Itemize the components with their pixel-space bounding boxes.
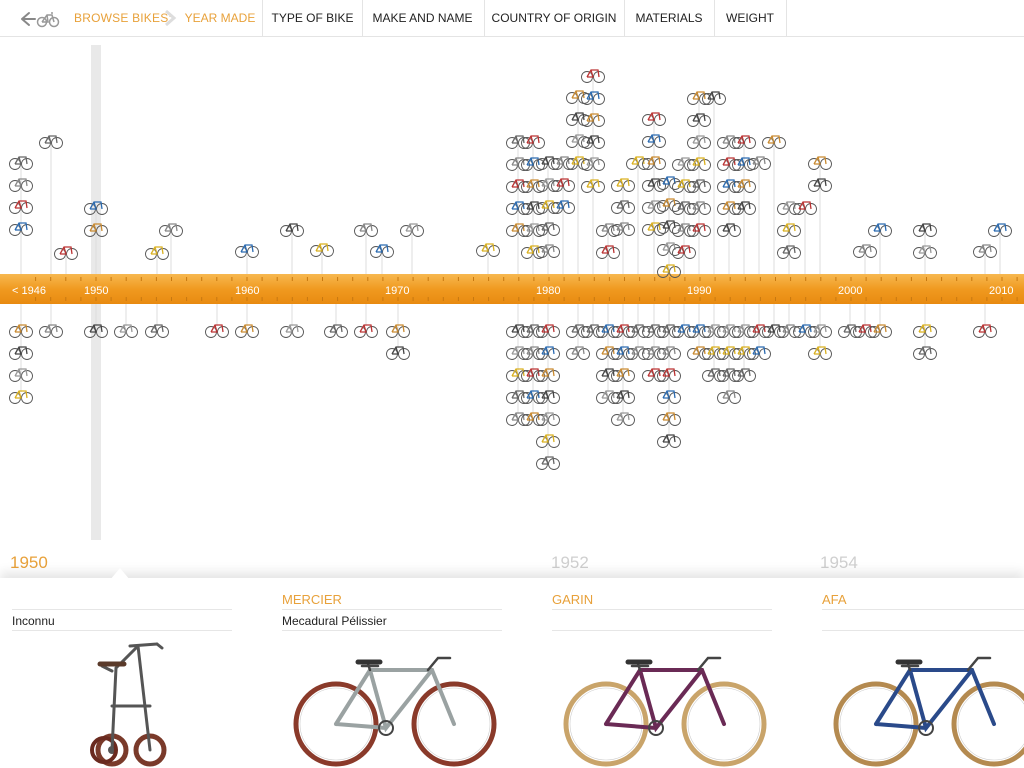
selection-pointer bbox=[110, 568, 130, 580]
bike-thumbnail[interactable] bbox=[808, 346, 832, 360]
bike-photo[interactable] bbox=[282, 636, 502, 768]
bike-photo[interactable] bbox=[12, 636, 232, 768]
tab-country-of-origin[interactable]: COUNTRY OF ORIGIN bbox=[484, 0, 625, 36]
ruler-label[interactable]: < 1946 bbox=[12, 285, 46, 297]
bike-thumbnail[interactable] bbox=[205, 324, 229, 338]
year-heading-1954: 1954 bbox=[820, 553, 858, 572]
bike-thumbnail[interactable] bbox=[732, 368, 756, 382]
bike-thumbnail[interactable] bbox=[657, 434, 681, 448]
tab-make-and-name[interactable]: MAKE AND NAME bbox=[361, 0, 485, 36]
ruler-label[interactable]: 1980 bbox=[536, 285, 560, 297]
bike-brand: MERCIER bbox=[282, 592, 342, 607]
ruler-label[interactable]: 1960 bbox=[235, 285, 259, 297]
ruler-label[interactable]: 1970 bbox=[385, 285, 409, 297]
bike-thumbnail[interactable] bbox=[354, 324, 378, 338]
ruler-label[interactable]: 1990 bbox=[687, 285, 711, 297]
divider bbox=[822, 630, 1024, 631]
bike-thumbnail[interactable] bbox=[280, 324, 304, 338]
bike-thumbnail[interactable] bbox=[973, 324, 997, 338]
tab-year-made[interactable]: YEAR MADE bbox=[178, 0, 263, 36]
tab-type-of-bike[interactable]: TYPE OF BIKE bbox=[262, 0, 363, 36]
bike-model: Inconnu bbox=[12, 614, 55, 628]
divider bbox=[12, 609, 232, 610]
bike-photo[interactable] bbox=[552, 636, 772, 768]
breadcrumb-chevron-icon bbox=[165, 9, 177, 27]
ruler-label[interactable]: 2000 bbox=[838, 285, 862, 297]
top-navigation: BROWSE BIKES: YEAR MADE TYPE OF BIKE MAK… bbox=[0, 0, 1024, 37]
bike-thumbnail[interactable] bbox=[324, 324, 348, 338]
bike-thumbnail[interactable] bbox=[717, 390, 741, 404]
bike-thumbnail[interactable] bbox=[235, 324, 259, 338]
bike-photo[interactable] bbox=[822, 636, 1024, 768]
bike-brand: GARIN bbox=[552, 592, 594, 607]
bike-detail-panel: Inconnu MERCIER Mecadural Pélissier GARI… bbox=[0, 578, 1024, 768]
bike-card[interactable]: MERCIER Mecadural Pélissier bbox=[282, 578, 504, 768]
divider bbox=[12, 630, 232, 631]
bike-thumbnail[interactable] bbox=[868, 324, 892, 338]
bike-card[interactable]: Inconnu bbox=[12, 578, 234, 768]
bike-icon bbox=[36, 12, 60, 28]
bike-thumbnail[interactable] bbox=[386, 346, 410, 360]
divider bbox=[822, 609, 1024, 610]
tab-materials[interactable]: MATERIALS bbox=[624, 0, 715, 36]
year-heading-1950: 1950 bbox=[10, 553, 48, 572]
back-arrow-icon[interactable] bbox=[20, 10, 60, 28]
bike-thumbnail[interactable] bbox=[39, 324, 63, 338]
divider bbox=[282, 609, 502, 610]
divider bbox=[282, 630, 502, 631]
browse-label: BROWSE BIKES: bbox=[74, 11, 172, 25]
ruler-label[interactable]: 2010 bbox=[989, 285, 1013, 297]
bike-thumbnail[interactable] bbox=[536, 456, 560, 470]
bike-thumbnail[interactable] bbox=[9, 390, 33, 404]
timeline-canvas[interactable]: < 1946 1950 1960 1970 1980 1990 2000 2010 bbox=[0, 37, 1024, 577]
divider bbox=[552, 630, 772, 631]
bike-thumbnail[interactable] bbox=[611, 412, 635, 426]
bike-card[interactable]: GARIN bbox=[552, 578, 774, 768]
year-timeline[interactable]: < 1946 1950 1960 1970 1980 1990 2000 2010 bbox=[0, 37, 1024, 577]
bike-model: Mecadural Pélissier bbox=[282, 614, 387, 628]
bike-brand: AFA bbox=[822, 592, 847, 607]
year-heading-1952: 1952 bbox=[551, 553, 589, 572]
bike-thumbnail[interactable] bbox=[747, 346, 771, 360]
bike-thumbnail[interactable] bbox=[145, 324, 169, 338]
tab-weight[interactable]: WEIGHT bbox=[714, 0, 787, 36]
divider bbox=[552, 609, 772, 610]
bike-thumbnail[interactable] bbox=[114, 324, 138, 338]
ruler-label[interactable]: 1950 bbox=[84, 285, 108, 297]
bike-thumbnail[interactable] bbox=[913, 346, 937, 360]
bike-thumbnail[interactable] bbox=[566, 346, 590, 360]
bike-card[interactable]: AFA bbox=[822, 578, 1024, 768]
year-ruler[interactable] bbox=[0, 274, 1024, 304]
